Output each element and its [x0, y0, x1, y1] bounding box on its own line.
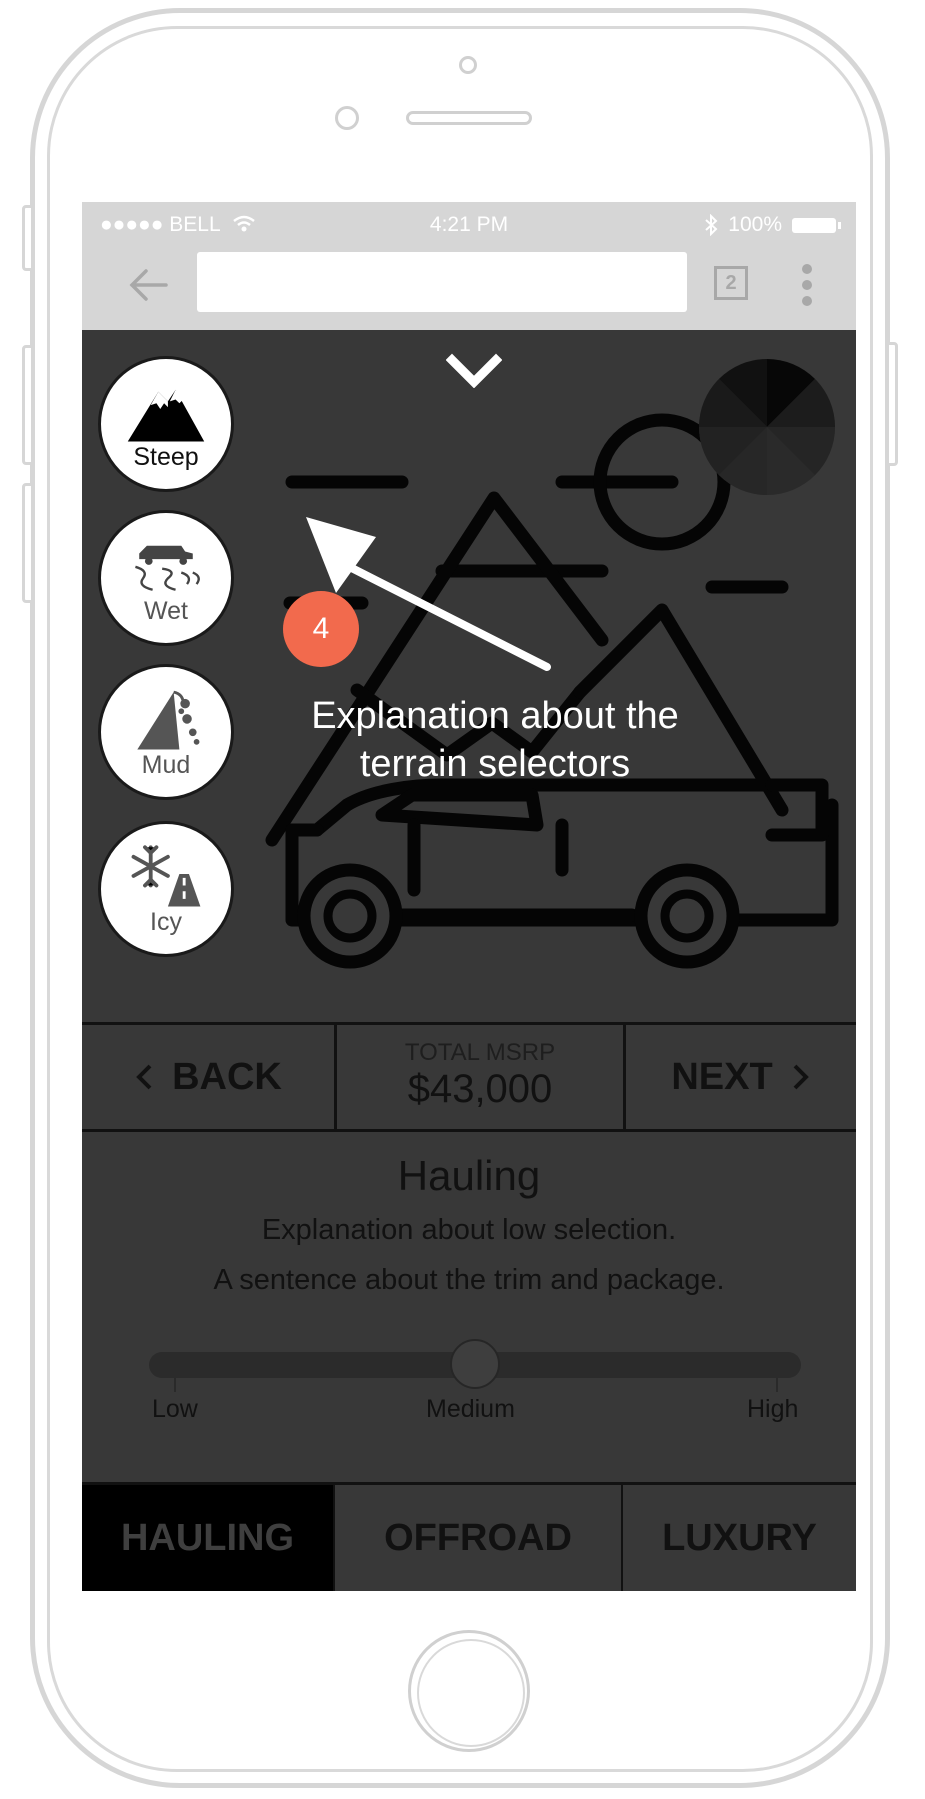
next-button[interactable]: NEXT [626, 1025, 856, 1129]
total-msrp: TOTAL MSRP $43,000 [337, 1025, 626, 1129]
power-button [886, 342, 898, 466]
battery-icon [792, 217, 841, 233]
wet-road-truck-icon [135, 545, 200, 591]
earpiece-speaker [406, 111, 532, 125]
progress-pie-icon[interactable] [697, 357, 837, 497]
slider-label-low: Low [152, 1395, 198, 1423]
slider-tick-low [174, 1378, 176, 1392]
package-description-1: Explanation about low selection. [261, 1214, 677, 1246]
terrain-wet-button[interactable]: Wet [98, 510, 234, 646]
package-title: Hauling [397, 1152, 541, 1199]
front-camera [459, 56, 477, 74]
tab-count-button[interactable]: 2 [714, 266, 748, 300]
coachmark-step-badge: 4 [283, 591, 359, 667]
volume-up-button [22, 345, 34, 465]
more-menu-icon[interactable] [800, 264, 814, 308]
battery-percent: 100% [728, 213, 782, 236]
snowflake-road-icon [131, 845, 201, 907]
slider-label-medium: Medium [426, 1395, 515, 1423]
terrain-label-wet: Wet [144, 597, 188, 625]
terrain-label-steep: Steep [133, 443, 199, 471]
terrain-steep-button[interactable]: Steep [98, 356, 234, 492]
tab-offroad[interactable]: OFFROAD [335, 1485, 623, 1591]
terrain-mud-button[interactable]: Mud [98, 664, 234, 800]
package-description-2: A sentence about the trim and package. [213, 1264, 725, 1296]
url-input[interactable] [197, 252, 687, 312]
volume-down-button [22, 483, 34, 603]
mute-switch [22, 205, 34, 271]
back-arrow-icon[interactable] [128, 268, 168, 302]
bluetooth-icon [705, 214, 718, 236]
terrain-icy-button[interactable]: Icy [98, 821, 234, 957]
coachmark-text: Explanation about the terrain selectors [311, 695, 679, 785]
package-tabs: HAULING OFFROAD LUXURY [82, 1482, 856, 1591]
status-right: 100% [704, 213, 841, 237]
next-label: NEXT [671, 1055, 773, 1098]
price-caption: TOTAL MSRP [404, 1039, 556, 1066]
chevron-right-icon [793, 1064, 809, 1090]
proximity-sensor [335, 106, 359, 130]
collapse-chevron-icon[interactable] [446, 352, 502, 388]
nav-row: BACK TOTAL MSRP $43,000 NEXT [82, 1022, 856, 1132]
status-bar: ●●●●● BELL 4:21 PM 100% [82, 202, 856, 248]
landslide-icon [137, 690, 200, 750]
back-button[interactable]: BACK [82, 1025, 337, 1129]
tab-luxury[interactable]: LUXURY [623, 1485, 856, 1591]
price-value: $43,000 [407, 1067, 553, 1111]
tab-hauling[interactable]: HAULING [82, 1485, 335, 1591]
back-label: BACK [172, 1055, 282, 1098]
terrain-label-mud: Mud [141, 751, 191, 779]
slider-label-high: High [747, 1395, 799, 1423]
slider-tick-high [776, 1378, 778, 1392]
chevron-left-icon [136, 1064, 152, 1090]
home-button[interactable] [408, 1630, 530, 1752]
mountain-icon [127, 389, 205, 442]
level-slider-thumb[interactable] [450, 1339, 500, 1389]
terrain-label-icy: Icy [150, 908, 182, 936]
browser-toolbar: 2 [82, 248, 856, 330]
screen: ●●●●● BELL 4:21 PM 100% 2 Steep Wet Mud … [82, 202, 856, 1591]
